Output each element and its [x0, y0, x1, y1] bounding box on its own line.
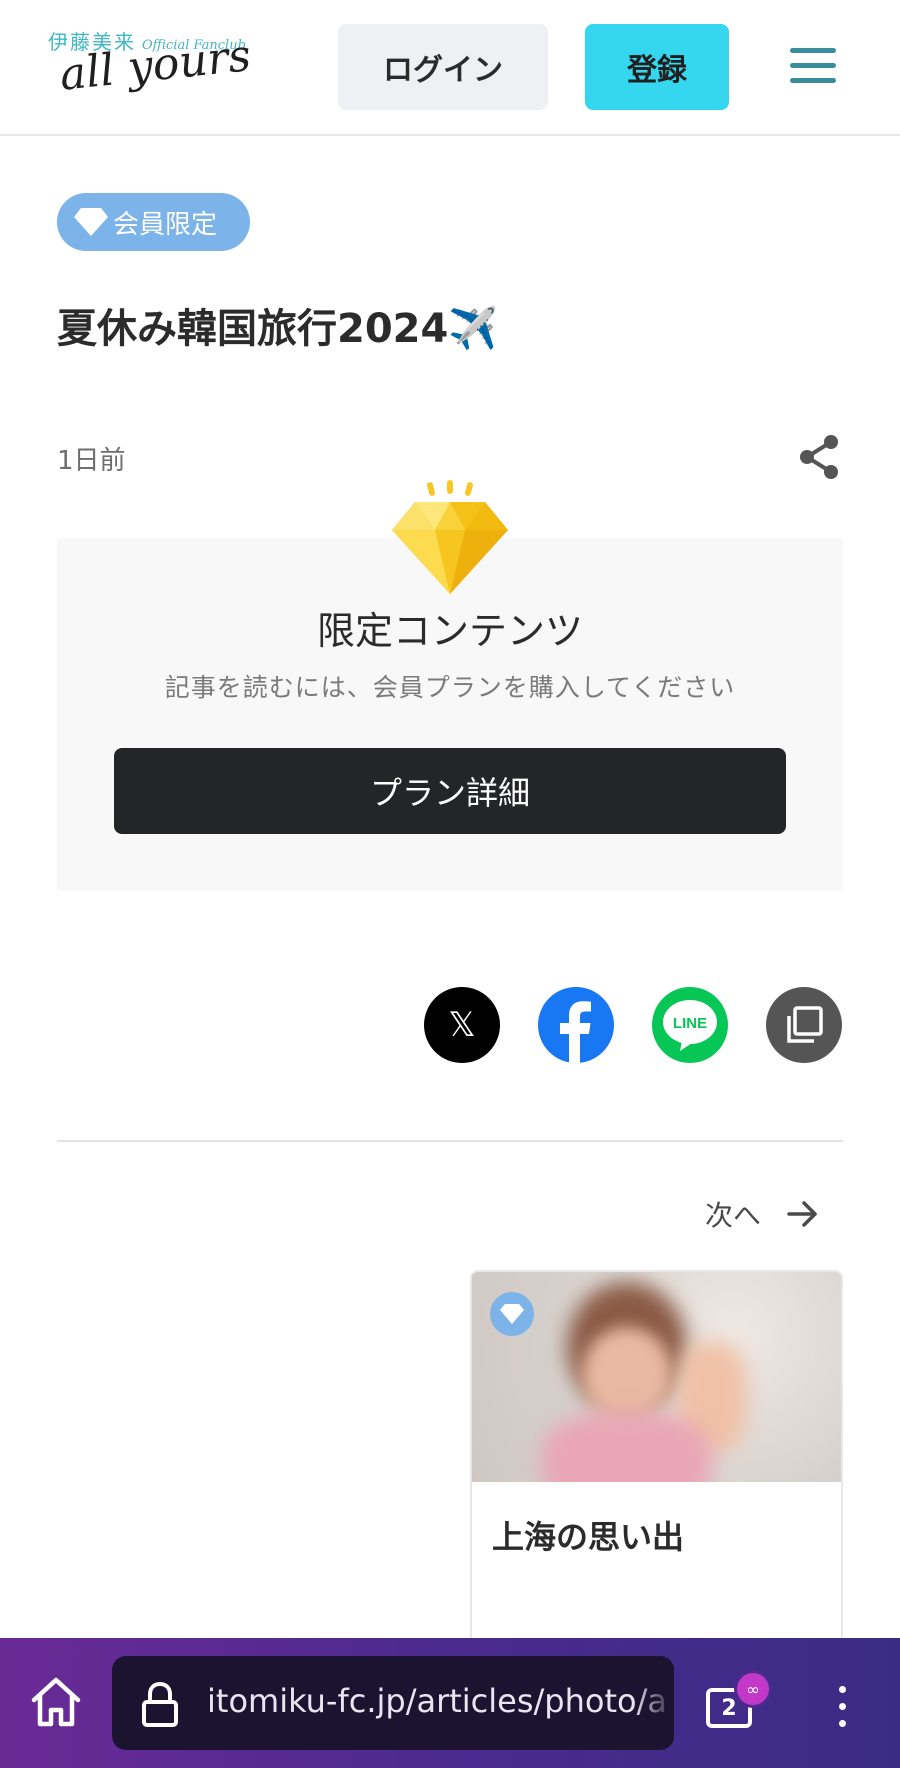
members-only-label: 会員限定	[113, 209, 218, 240]
plan-details-button[interactable]: プラン詳細	[114, 748, 786, 834]
line-icon: LINE	[663, 1000, 717, 1051]
url-text: itomiku-fc.jp/articles/photo/a	[207, 1682, 667, 1720]
site-header: 伊藤美来 Official Fanclub all yours ログイン 登録	[0, 0, 900, 136]
article-title: 夏休み韓国旅行2024✈️	[57, 306, 499, 352]
login-button[interactable]: ログイン	[338, 24, 548, 110]
browser-toolbar: itomiku-fc.jp/articles/photo/a 2 ∞	[0, 1638, 900, 1768]
share-icon[interactable]	[798, 434, 840, 480]
incognito-mask-icon: ∞	[734, 1670, 772, 1708]
members-only-badge: 会員限定	[57, 193, 250, 251]
next-article-card[interactable]: 上海の思い出	[470, 1270, 843, 1650]
next-article-link[interactable]: 次へ	[705, 1194, 819, 1234]
section-divider	[57, 1140, 843, 1142]
share-facebook-button[interactable]	[538, 987, 614, 1063]
share-x-button[interactable]: 𝕏	[424, 987, 500, 1063]
card-title: 上海の思い出	[492, 1518, 685, 1556]
arrow-right-icon	[787, 1201, 817, 1227]
facebook-icon	[560, 1001, 591, 1063]
share-line-button[interactable]: LINE	[652, 987, 728, 1063]
locked-content-title: 限定コンテンツ	[316, 609, 583, 653]
card-members-badge	[490, 1292, 534, 1336]
hamburger-menu-icon[interactable]	[790, 48, 836, 86]
copy-icon	[787, 1006, 823, 1043]
more-options-icon[interactable]	[836, 1682, 848, 1730]
article-date: 1日前	[57, 446, 126, 476]
copy-link-button[interactable]	[766, 987, 842, 1063]
home-icon[interactable]	[28, 1674, 84, 1730]
address-bar[interactable]: itomiku-fc.jp/articles/photo/a	[112, 1656, 674, 1750]
next-label: 次へ	[705, 1199, 762, 1232]
diamond-icon	[500, 1304, 524, 1324]
line-icon-text: LINE	[673, 1015, 707, 1032]
register-button[interactable]: 登録	[585, 24, 729, 110]
diamond-icon	[74, 208, 108, 236]
tabs-button[interactable]: 2 ∞	[704, 1670, 772, 1730]
gold-diamond-icon	[392, 480, 508, 594]
lock-icon	[142, 1681, 178, 1727]
x-icon: 𝕏	[448, 1005, 476, 1045]
locked-content-subtitle: 記事を読むには、会員プランを購入してください	[164, 673, 736, 702]
site-logo[interactable]: 伊藤美来 Official Fanclub all yours	[48, 26, 278, 110]
